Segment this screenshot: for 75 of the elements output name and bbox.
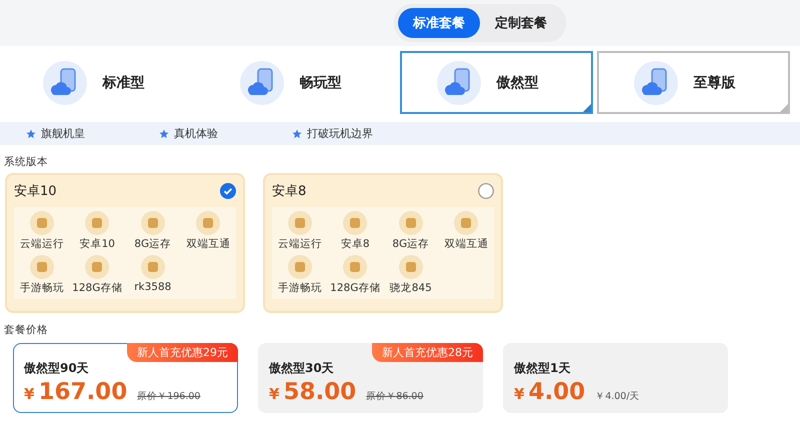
tier-label: 傲然型 — [496, 74, 540, 92]
feature-icon — [288, 255, 312, 279]
version-name: 安卓8 — [272, 183, 306, 200]
phone-cloud-icon — [42, 60, 86, 104]
feature-icon — [343, 255, 368, 279]
plan-name: 傲然型90天 — [24, 360, 90, 377]
tier-option[interactable]: 标准型 — [6, 51, 199, 114]
plan-price: 58.00 — [283, 379, 356, 405]
feature-icon — [398, 255, 423, 279]
currency-symbol: ¥ — [269, 385, 280, 403]
radio-button[interactable] — [478, 183, 494, 199]
star-icon — [159, 128, 169, 138]
feature-icon — [140, 255, 165, 279]
feature-label: 双端互通 — [444, 237, 488, 251]
tier-option[interactable]: 畅玩型 — [203, 51, 396, 114]
feature-label: 安卓10 — [80, 237, 115, 251]
phone-cloud-icon — [634, 60, 678, 104]
system-version-card[interactable]: 安卓8 云端运行 安卓8 8G运存 双端互通 手游畅玩 128G存储 骁龙845 — [263, 173, 503, 313]
feature-icon — [398, 211, 423, 235]
feature-icon — [343, 211, 368, 235]
radio-checked-icon[interactable] — [220, 183, 236, 199]
feature-label: 云端运行 — [20, 237, 64, 251]
highlight-text: 真机体验 — [174, 126, 218, 141]
discount-badge: 新人首充优惠29元 — [127, 343, 238, 362]
price-plan-card[interactable]: 傲然型1天 ¥ 4.00 ￥4.00/天 — [503, 343, 728, 413]
feature-icon — [30, 211, 54, 235]
feature-icon — [288, 211, 312, 235]
feature-label: 8G运存 — [134, 237, 172, 251]
feature-label: 128G存储 — [330, 281, 380, 295]
section-title: 系统版本 — [3, 155, 49, 170]
star-icon — [292, 128, 302, 138]
phone-cloud-icon — [436, 60, 480, 104]
feature-icon — [85, 255, 110, 279]
highlight-text: 旗舰机皇 — [41, 126, 85, 141]
plan-type-tab[interactable]: 定制套餐 — [480, 8, 562, 38]
currency-symbol: ¥ — [514, 385, 524, 403]
star-icon — [26, 128, 36, 138]
plan-name: 傲然型30天 — [269, 360, 335, 377]
feature-icon — [454, 211, 478, 235]
feature-label: 128G存储 — [72, 281, 122, 295]
price-note: ￥4.00/天 — [595, 390, 640, 403]
feature-label: 8G运存 — [392, 237, 430, 251]
price-plan-card[interactable]: 新人首充优惠29元 傲然型90天 ¥ 167.00 原价￥196.00 — [13, 343, 238, 413]
price-note: 原价￥196.00 — [137, 390, 200, 403]
system-version-card[interactable]: 安卓10 云端运行 安卓10 8G运存 双端互通 手游畅玩 128G存储 rk3588 — [5, 173, 245, 313]
plan-type-tab[interactable]: 标准套餐 — [398, 8, 480, 38]
feature-icon — [30, 255, 54, 279]
feature-icon — [140, 211, 165, 235]
price-note: 原价￥86.00 — [366, 390, 424, 403]
feature-label: 手游畅玩 — [20, 281, 64, 295]
tier-option[interactable]: 傲然型 — [400, 51, 593, 114]
feature-label: 云端运行 — [278, 237, 322, 251]
feature-label: 安卓8 — [340, 237, 370, 251]
tier-label: 标准型 — [102, 74, 146, 92]
feature-icon — [196, 211, 220, 235]
corner-mark-icon — [583, 104, 591, 112]
plan-price: 167.00 — [38, 379, 128, 405]
plan-name: 傲然型1天 — [514, 360, 572, 377]
highlight-text: 打破玩机边界 — [307, 126, 373, 141]
discount-badge: 新人首充优惠28元 — [372, 343, 483, 362]
tier-label: 至尊版 — [694, 74, 736, 92]
version-name: 安卓10 — [14, 183, 57, 200]
feature-label: 手游畅玩 — [278, 281, 322, 295]
section-title: 套餐价格 — [3, 323, 49, 338]
feature-label: rk3588 — [134, 281, 172, 293]
tier-option[interactable]: 至尊版 — [597, 51, 790, 114]
currency-symbol: ¥ — [24, 385, 34, 403]
corner-mark-icon — [780, 104, 788, 112]
feature-label: 双端互通 — [186, 237, 230, 251]
feature-icon — [85, 211, 110, 235]
phone-cloud-icon — [240, 60, 284, 104]
price-plan-card[interactable]: 新人首充优惠28元 傲然型30天 ¥ 58.00 原价￥86.00 — [258, 343, 483, 413]
tier-label: 畅玩型 — [300, 74, 342, 92]
feature-label: 骁龙845 — [390, 281, 432, 295]
plan-price: 4.00 — [528, 379, 586, 405]
